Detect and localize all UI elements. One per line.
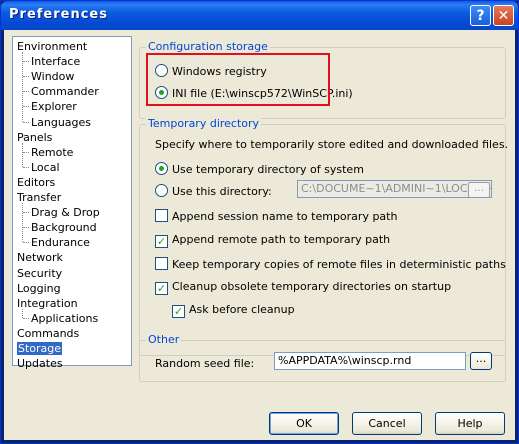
cancel-button[interactable]: Cancel [352, 412, 422, 435]
tree-item[interactable]: Applications [22, 311, 98, 326]
tree-connector [22, 142, 23, 167]
random-seed-input[interactable]: %APPDATA%\winscp.rnd [274, 352, 466, 370]
tree-item[interactable]: Commands [17, 326, 79, 341]
tree-item[interactable]: Transfer [17, 190, 61, 205]
help-icon[interactable]: ? [470, 5, 491, 26]
radio-selected-icon [155, 162, 168, 175]
tree-item[interactable]: Network [17, 250, 63, 265]
tree-item[interactable]: Editors [17, 175, 55, 190]
tree-item[interactable]: Environment [17, 39, 87, 54]
tree-item[interactable]: Commander [23, 84, 99, 99]
checkbox-checked-icon: ✓ [155, 282, 168, 295]
tree-item[interactable]: Window [22, 69, 74, 84]
tree-item[interactable]: Remote [22, 145, 73, 160]
tree-connector [22, 308, 23, 318]
tree-item[interactable]: Explorer [23, 99, 77, 114]
tree-item[interactable]: Drag & Drop [23, 205, 100, 220]
title-bar[interactable]: Preferences ? ✕ [1, 1, 518, 30]
tree-item[interactable]: Local [23, 160, 60, 175]
config-storage-label: Configuration storage [146, 40, 270, 53]
close-icon[interactable]: ✕ [493, 5, 514, 26]
temp-dir-path-field[interactable]: C:\DOCUME~1\ADMINI~1\LOCALS~1 ... [297, 180, 492, 198]
random-seed-label: Random seed file: [155, 357, 255, 370]
browse-seed-button[interactable]: ... [470, 352, 492, 370]
checkbox-checked-icon: ✓ [155, 235, 168, 248]
cleanup-obsolete-checkbox[interactable]: ✓ Cleanup obsolete temporary directories … [155, 280, 451, 295]
tree-connector [22, 203, 23, 243]
tree-item[interactable]: Storage [17, 341, 63, 356]
window-title: Preferences [9, 7, 108, 22]
append-remote-checkbox[interactable]: ✓ Append remote path to temporary path [155, 233, 390, 248]
checkbox-icon [155, 209, 168, 222]
tree-item[interactable]: Background [23, 220, 97, 235]
ask-before-cleanup-checkbox[interactable]: ✓ Ask before cleanup [172, 303, 295, 318]
use-this-dir-radio[interactable]: Use this directory: [155, 184, 272, 198]
tree-item[interactable]: Logging [17, 281, 61, 296]
temp-dir-description: Specify where to temporarily store edite… [155, 138, 509, 151]
keep-copies-checkbox[interactable]: Keep temporary copies of remote files in… [155, 257, 506, 271]
other-label: Other [146, 333, 182, 346]
highlight-box [146, 53, 330, 106]
help-button[interactable]: Help [435, 412, 505, 435]
ok-button[interactable]: OK [269, 412, 339, 435]
tree-item[interactable]: Languages [22, 115, 91, 130]
tree-item[interactable]: Integration [17, 296, 78, 311]
browse-temp-dir-button[interactable]: ... [468, 182, 490, 197]
tree-connector [22, 52, 23, 122]
use-system-temp-radio[interactable]: Use temporary directory of system [155, 162, 364, 176]
append-session-checkbox[interactable]: Append session name to temporary path [155, 209, 397, 223]
temp-dir-label: Temporary directory [146, 117, 262, 130]
checkbox-icon [155, 257, 168, 270]
tree-item[interactable]: Security [17, 266, 62, 281]
tree-item[interactable]: Updates [17, 356, 63, 371]
preferences-tree[interactable]: Environment Interface Window Commander Explo… [12, 36, 132, 370]
tree-item[interactable]: Interface [22, 54, 80, 69]
tree-item[interactable]: Endurance [23, 235, 90, 250]
radio-icon [155, 184, 168, 197]
preferences-window: Preferences ? ✕ Environment Interface Wind… [0, 0, 519, 444]
checkbox-checked-icon: ✓ [172, 305, 185, 318]
